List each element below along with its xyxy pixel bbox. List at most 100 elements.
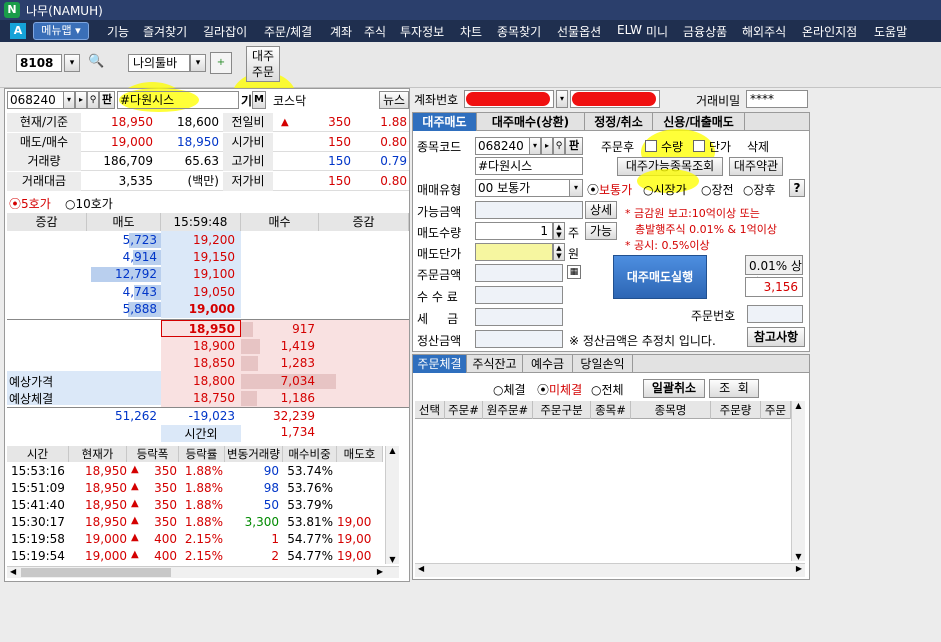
- toolbar-select-arrow[interactable]: ▾: [190, 54, 206, 72]
- exec-vscroll[interactable]: ▲ ▼: [791, 401, 805, 561]
- up-arrow-icon: ▲: [131, 498, 139, 509]
- exec-table-header: 선택 주문# 원주문# 주문구분 종목# 종목명 주문량 주문: [415, 401, 805, 419]
- avail-qty-button[interactable]: 가능: [585, 222, 617, 240]
- loan-order-button[interactable]: 대주 주문: [246, 46, 280, 82]
- radio-market[interactable]: ○시장가: [643, 181, 687, 198]
- radio-5-hoga[interactable]: ⦿5호가: [9, 195, 51, 212]
- radio-after[interactable]: ○장후: [743, 181, 776, 198]
- qty-stepper[interactable]: ▲ ▼: [553, 222, 565, 240]
- trade-ratio: 53.81%: [287, 515, 333, 529]
- menu-item-13[interactable]: 해외주식: [742, 23, 786, 40]
- menu-item-3[interactable]: 주문/체결: [264, 23, 312, 40]
- radio-all[interactable]: ○전체: [591, 381, 624, 398]
- bid-price[interactable]: 18,900: [161, 339, 235, 353]
- qty-checkbox[interactable]: [645, 140, 657, 152]
- exec-tab-3[interactable]: 당일손익: [573, 355, 633, 373]
- ask-price[interactable]: 19,100: [161, 267, 235, 281]
- trade-row: 15:51:09 18,950 ▲ 350 1.88% 98 53.76%: [7, 481, 397, 498]
- bid-price[interactable]: 18,850: [161, 356, 235, 370]
- order-pan-button[interactable]: 판: [565, 137, 583, 155]
- account-dropdown[interactable]: ▾: [556, 90, 568, 108]
- code-search-icon[interactable]: ⚲: [87, 91, 99, 109]
- menu-item-11[interactable]: 미니: [646, 23, 668, 40]
- order-type-select[interactable]: 00 보통가: [475, 179, 571, 197]
- delete-label[interactable]: 삭제: [747, 138, 769, 155]
- code-dropdown-button[interactable]: ▾: [63, 91, 75, 109]
- summary-label-2: 시가비: [223, 132, 273, 152]
- exec-tab-2[interactable]: 예수금: [523, 355, 573, 373]
- toolbar-select[interactable]: 나의툴바: [128, 54, 190, 72]
- menu-item-15[interactable]: 도움말: [874, 23, 907, 40]
- bid-price[interactable]: 18,750: [161, 391, 235, 405]
- order-code-dropdown[interactable]: ▾: [529, 137, 541, 155]
- pan-button[interactable]: 판: [99, 91, 115, 109]
- radio-normal[interactable]: ⦿보통가: [587, 181, 632, 198]
- trade-rate: 1.88%: [184, 515, 223, 529]
- ask-price[interactable]: 19,200: [161, 233, 235, 247]
- ask-price[interactable]: 19,150: [161, 250, 235, 264]
- stock-code-input[interactable]: 068240: [7, 91, 65, 109]
- menu-item-12[interactable]: 금융상품: [683, 23, 727, 40]
- menu-item-1[interactable]: 즐겨찾기: [143, 23, 187, 40]
- news-button[interactable]: 뉴스: [379, 91, 409, 109]
- password-input[interactable]: ****: [746, 90, 808, 108]
- order-tab-0[interactable]: 대주매도: [413, 113, 477, 131]
- menu-item-5[interactable]: 주식: [364, 23, 386, 40]
- menu-item-9[interactable]: 선물옵션: [557, 23, 601, 40]
- order-type-dropdown[interactable]: ▾: [569, 179, 583, 197]
- execute-sell-button[interactable]: 대주매도실행: [613, 255, 707, 299]
- radio-10-hoga[interactable]: ○10호가: [65, 195, 113, 212]
- trade-hscroll[interactable]: ◀ ▶: [7, 566, 399, 578]
- order-tab-2[interactable]: 정정/취소: [585, 113, 653, 131]
- trade-change: 400: [154, 532, 177, 546]
- trade-time: 15:41:40: [11, 498, 65, 512]
- terms-button[interactable]: 대주약관: [729, 157, 783, 176]
- menu-item-8[interactable]: 종목찾기: [497, 23, 541, 40]
- help-button[interactable]: ?: [789, 179, 805, 197]
- menu-map-button[interactable]: 메뉴맵 ▾: [33, 22, 89, 40]
- order-code-search-icon[interactable]: ⚲: [553, 137, 565, 155]
- stock-name-input[interactable]: #다원시스: [117, 91, 239, 109]
- screen-number-input[interactable]: 8108: [16, 54, 62, 72]
- ask-price[interactable]: 19,000: [161, 302, 235, 316]
- exec-hscroll[interactable]: ◀ ▶: [415, 563, 805, 577]
- menu-item-14[interactable]: 온라인지점: [802, 23, 857, 40]
- calculator-icon[interactable]: ▦: [567, 265, 581, 279]
- detail-button[interactable]: 상세: [585, 201, 617, 219]
- m-button[interactable]: M: [252, 91, 266, 109]
- settle-field: [475, 330, 563, 348]
- sell-qty-input[interactable]: 1: [475, 222, 553, 240]
- trade-vscroll[interactable]: ▲ ▼: [385, 446, 399, 564]
- code-next-button[interactable]: ▸: [75, 91, 87, 109]
- summary-value-1: 19,000: [111, 134, 153, 149]
- menu-item-10[interactable]: ELW: [617, 23, 642, 37]
- order-tab-1[interactable]: 대주매수(상환): [477, 113, 585, 131]
- sell-price-input[interactable]: [475, 243, 553, 261]
- trade-price: 18,950: [85, 481, 127, 495]
- exec-tab-0[interactable]: 주문체결: [413, 355, 467, 373]
- screen-dropdown-button[interactable]: ▾: [64, 54, 80, 72]
- bulk-cancel-button[interactable]: 일괄취소: [643, 379, 705, 398]
- radio-pre[interactable]: ○장전: [701, 181, 734, 198]
- order-code-next[interactable]: ▸: [541, 137, 553, 155]
- menu-item-4[interactable]: 계좌: [330, 23, 352, 40]
- menu-item-6[interactable]: 투자정보: [400, 23, 444, 40]
- radio-done[interactable]: ○체결: [493, 381, 526, 398]
- trade-price: 18,950: [85, 498, 127, 512]
- radio-undone[interactable]: ⦿미체결: [537, 381, 582, 398]
- trade-row: 15:19:54 19,000 ▲ 400 2.15% 2 54.77% 19,00: [7, 549, 397, 566]
- ask-price[interactable]: 19,050: [161, 285, 235, 299]
- search-icon[interactable]: 🔍: [88, 54, 106, 72]
- order-code-input[interactable]: 068240: [475, 137, 531, 155]
- order-tab-3[interactable]: 신용/대출매도: [653, 113, 745, 131]
- reference-button[interactable]: 참고사항: [747, 327, 805, 347]
- menu-item-2[interactable]: 길라잡이: [203, 23, 247, 40]
- menu-item-0[interactable]: 기능: [107, 23, 129, 40]
- menu-item-7[interactable]: 차트: [460, 23, 482, 40]
- price-stepper[interactable]: ▲ ▼: [553, 243, 565, 261]
- price-checkbox[interactable]: [693, 140, 705, 152]
- query-button[interactable]: 조 회: [709, 379, 759, 398]
- exec-tab-1[interactable]: 주식잔고: [467, 355, 523, 373]
- add-toolbar-icon[interactable]: +: [210, 52, 232, 74]
- bid-price[interactable]: 18,800: [161, 374, 235, 388]
